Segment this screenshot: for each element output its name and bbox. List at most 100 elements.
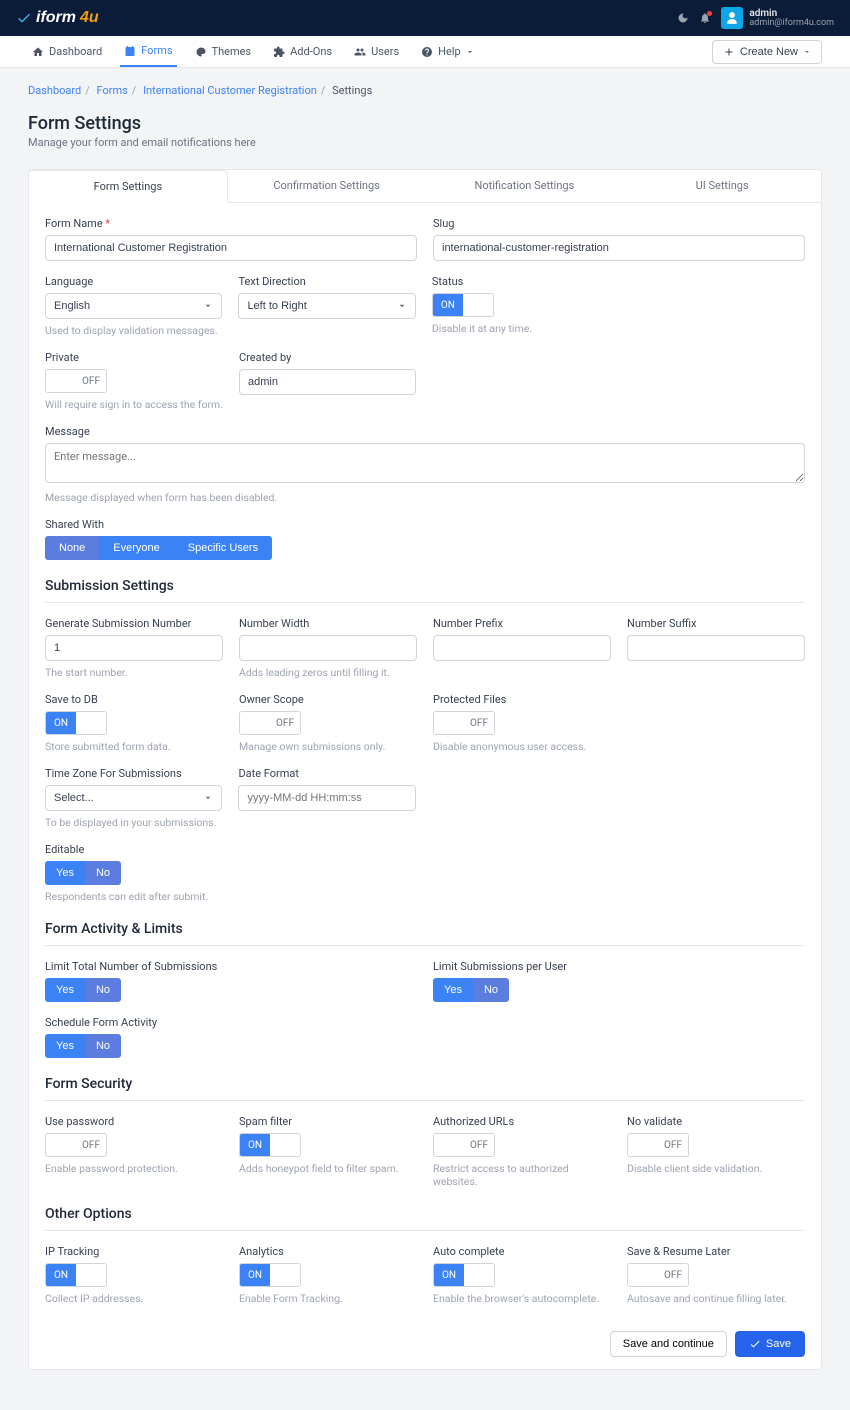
brand-text-prefix: iform <box>36 9 76 27</box>
timezone-select[interactable]: Select... <box>45 785 222 811</box>
editable-no[interactable]: No <box>85 861 121 885</box>
date-format-input[interactable] <box>238 785 415 811</box>
analytics-toggle[interactable]: ON <box>239 1263 301 1287</box>
owner-scope-toggle[interactable]: OFF <box>239 711 301 735</box>
slug-input[interactable] <box>433 235 805 261</box>
private-toggle[interactable]: OFF <box>45 369 107 393</box>
novalidate-toggle[interactable]: OFF <box>627 1133 689 1157</box>
urls-help: Restrict access to authorized websites. <box>433 1162 611 1188</box>
save-button[interactable]: Save <box>735 1331 805 1357</box>
user-text: admin admin@iform4u.com <box>749 8 834 29</box>
novalidate-help: Disable client side validation. <box>627 1162 805 1175</box>
status-toggle[interactable]: ON <box>432 293 494 317</box>
nav-users[interactable]: Users <box>350 36 403 67</box>
brand-logo[interactable]: iform4u <box>16 9 99 27</box>
nav-addons[interactable]: Add-Ons <box>269 36 336 67</box>
save-continue-button[interactable]: Save and continue <box>610 1331 727 1357</box>
create-new-button[interactable]: Create New <box>712 40 822 64</box>
date-format-label: Date Format <box>238 767 415 780</box>
nav-themes[interactable]: Themes <box>191 36 256 67</box>
breadcrumb-form[interactable]: International Customer Registration <box>143 84 317 97</box>
resume-help: Autosave and continue filling later. <box>627 1292 805 1305</box>
private-help: Will require sign in to access the form. <box>45 398 223 411</box>
chevron-down-icon <box>466 48 474 56</box>
editable-label: Editable <box>45 843 805 856</box>
status-help: Disable it at any time. <box>432 322 805 335</box>
number-width-help: Adds leading zeros until filling it. <box>239 666 417 679</box>
number-prefix-input[interactable] <box>433 635 611 661</box>
form-name-input[interactable] <box>45 235 417 261</box>
nav-help[interactable]: Help <box>417 36 478 67</box>
number-suffix-label: Number Suffix <box>627 617 805 630</box>
ip-label: IP Tracking <box>45 1245 223 1258</box>
nav-dashboard[interactable]: Dashboard <box>28 36 106 67</box>
limit-user-yes[interactable]: Yes <box>433 978 473 1002</box>
urls-toggle[interactable]: OFF <box>433 1133 495 1157</box>
tab-ui[interactable]: UI Settings <box>623 170 821 202</box>
theme-toggle-icon[interactable] <box>677 12 689 24</box>
gen-number-label: Generate Submission Number <box>45 617 223 630</box>
resume-toggle[interactable]: OFF <box>627 1263 689 1287</box>
number-prefix-label: Number Prefix <box>433 617 611 630</box>
main-nav: Dashboard Forms Themes Add-Ons Users Hel… <box>0 36 850 68</box>
language-select[interactable]: English <box>45 293 222 319</box>
message-label: Message <box>45 425 805 438</box>
number-suffix-input[interactable] <box>627 635 805 661</box>
gen-number-input[interactable] <box>45 635 223 661</box>
number-width-input[interactable] <box>239 635 417 661</box>
autocomplete-label: Auto complete <box>433 1245 611 1258</box>
editable-help: Respondents can edit after submit. <box>45 890 805 903</box>
analytics-label: Analytics <box>239 1245 417 1258</box>
schedule-no[interactable]: No <box>85 1034 121 1058</box>
shared-specific[interactable]: Specific Users <box>174 536 272 560</box>
timezone-help: To be displayed in your submissions. <box>45 816 222 829</box>
message-textarea[interactable] <box>45 443 805 483</box>
topbar-right: admin admin@iform4u.com <box>677 7 834 29</box>
shared-segment: None Everyone Specific Users <box>45 536 272 560</box>
shared-none[interactable]: None <box>45 536 99 560</box>
breadcrumb-forms[interactable]: Forms <box>96 84 127 97</box>
protected-toggle[interactable]: OFF <box>433 711 495 735</box>
text-direction-select[interactable]: Left to Right <box>238 293 415 319</box>
limit-user-no[interactable]: No <box>473 978 509 1002</box>
shared-everyone[interactable]: Everyone <box>99 536 173 560</box>
password-help: Enable password protection. <box>45 1162 223 1175</box>
schedule-yes[interactable]: Yes <box>45 1034 85 1058</box>
breadcrumb-dashboard[interactable]: Dashboard <box>28 84 81 97</box>
timezone-label: Time Zone For Submissions <box>45 767 222 780</box>
tab-form-settings[interactable]: Form Settings <box>28 170 228 203</box>
breadcrumb: Dashboard/ Forms/ International Customer… <box>28 84 822 97</box>
spam-toggle[interactable]: ON <box>239 1133 301 1157</box>
autocomplete-toggle[interactable]: ON <box>433 1263 495 1287</box>
tab-confirmation[interactable]: Confirmation Settings <box>228 170 426 202</box>
language-help: Used to display validation messages. <box>45 324 222 337</box>
topbar: iform4u admin admin@iform4u.com <box>0 0 850 36</box>
password-label: Use password <box>45 1115 223 1128</box>
limit-total-no[interactable]: No <box>85 978 121 1002</box>
analytics-help: Enable Form Tracking. <box>239 1292 417 1305</box>
protected-help: Disable anonymous user access. <box>433 740 611 753</box>
page-title: Form Settings <box>28 113 822 134</box>
ip-toggle[interactable]: ON <box>45 1263 107 1287</box>
user-menu[interactable]: admin admin@iform4u.com <box>721 7 834 29</box>
avatar <box>721 7 743 29</box>
limit-total-yes[interactable]: Yes <box>45 978 85 1002</box>
settings-tabs: Form Settings Confirmation Settings Noti… <box>29 170 821 203</box>
save-db-toggle[interactable]: ON <box>45 711 107 735</box>
save-db-label: Save to DB <box>45 693 223 706</box>
number-width-label: Number Width <box>239 617 417 630</box>
save-db-help: Store submitted form data. <box>45 740 223 753</box>
notifications-icon[interactable] <box>699 12 711 24</box>
page-subtitle: Manage your form and email notifications… <box>28 136 822 149</box>
logo-icon <box>16 10 32 26</box>
editable-yes[interactable]: Yes <box>45 861 85 885</box>
section-other-title: Other Options <box>45 1206 805 1231</box>
tab-notification[interactable]: Notification Settings <box>426 170 624 202</box>
password-toggle[interactable]: OFF <box>45 1133 107 1157</box>
text-direction-label: Text Direction <box>238 275 415 288</box>
section-submission-title: Submission Settings <box>45 578 805 603</box>
created-by-input[interactable] <box>239 369 416 395</box>
nav-forms[interactable]: Forms <box>120 36 176 67</box>
message-help: Message displayed when form has been dis… <box>45 491 805 504</box>
urls-label: Authorized URLs <box>433 1115 611 1128</box>
